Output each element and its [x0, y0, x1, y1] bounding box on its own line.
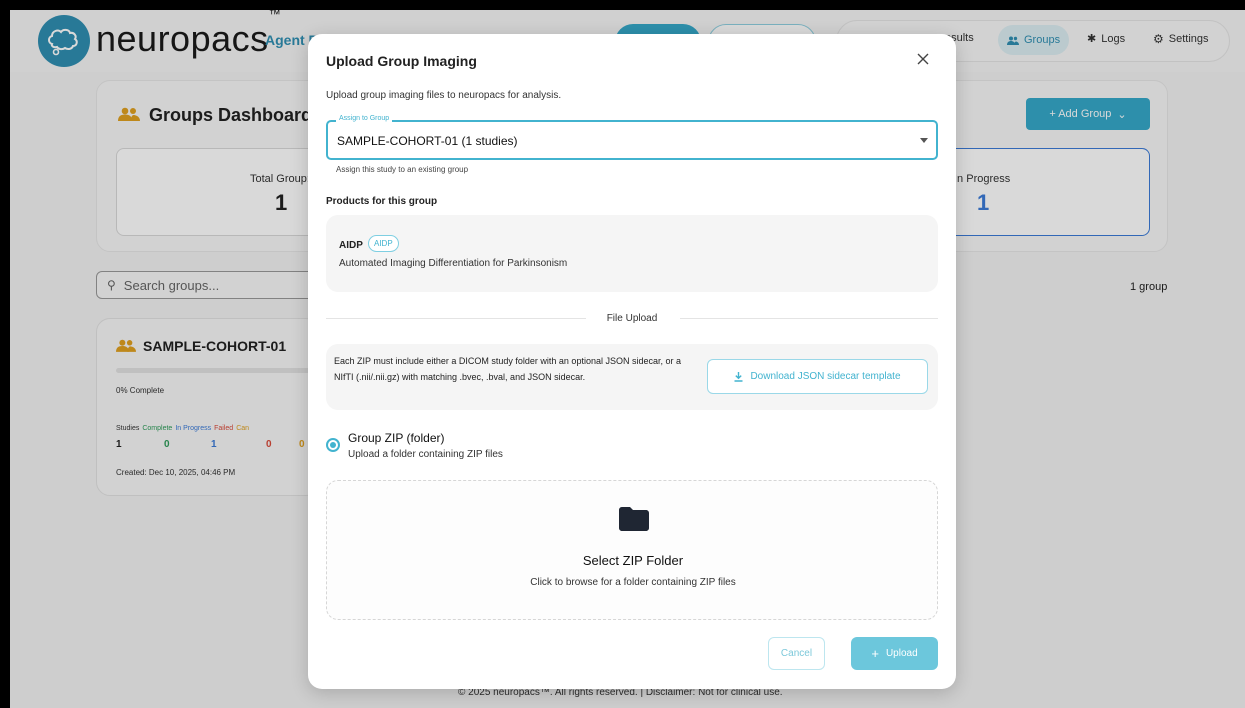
assign-group-help: Assign this study to an existing group [336, 165, 469, 174]
zip-folder-dropzone[interactable]: Select ZIP Folder Click to browse for a … [326, 480, 938, 620]
radio-subtitle: Upload a folder containing ZIP files [348, 449, 503, 460]
plus-icon: + [871, 646, 879, 661]
modal-description: Upload group imaging files to neuropacs … [326, 90, 562, 101]
zip-requirements-card: Each ZIP must include either a DICOM stu… [326, 344, 938, 410]
modal-title: Upload Group Imaging [326, 53, 477, 69]
close-icon[interactable] [912, 48, 934, 70]
divider [680, 318, 938, 319]
radio-title: Group ZIP (folder) [348, 431, 445, 445]
chevron-down-icon [920, 138, 928, 143]
product-name: AIDP [339, 240, 363, 251]
group-zip-radio[interactable] [326, 438, 340, 452]
products-heading: Products for this group [326, 196, 438, 207]
folder-icon [619, 507, 649, 531]
product-description: Automated Imaging Differentiation for Pa… [339, 258, 568, 269]
download-json-template-button[interactable]: Download JSON sidecar template [707, 359, 928, 394]
download-icon [734, 371, 743, 382]
assign-group-select[interactable]: Assign to Group SAMPLE-COHORT-01 (1 stud… [326, 115, 938, 160]
product-card: AIDP AIDP Automated Imaging Differentiat… [326, 215, 938, 292]
upload-group-imaging-modal: Upload Group Imaging Upload group imagin… [308, 34, 956, 689]
product-badge: AIDP [368, 235, 399, 252]
assign-group-value: SAMPLE-COHORT-01 (1 studies) [337, 134, 518, 148]
upload-button[interactable]: + Upload [851, 637, 938, 670]
dropzone-subtitle: Click to browse for a folder containing … [530, 577, 736, 588]
cancel-button[interactable]: Cancel [768, 637, 825, 670]
assign-group-label: Assign to Group [336, 115, 393, 122]
dropzone-title: Select ZIP Folder [582, 553, 684, 568]
zip-requirements-text: Each ZIP must include either a DICOM stu… [334, 356, 681, 382]
